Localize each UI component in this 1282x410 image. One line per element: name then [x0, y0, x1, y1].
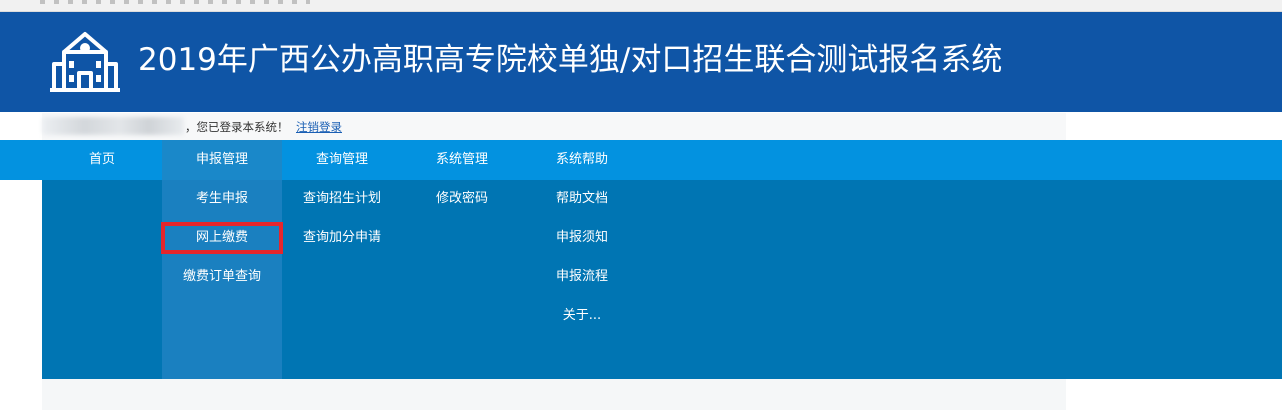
nav-item-home[interactable]: 首页: [42, 140, 162, 180]
redacted-username: [42, 117, 184, 135]
dropdown-column-system: 修改密码: [402, 180, 522, 379]
menu-item-query-bonus-application[interactable]: 查询加分申请: [282, 228, 402, 248]
login-status-text: ，您已登录本系统！: [185, 120, 289, 134]
main-nav: 首页 申报管理 查询管理 系统管理 系统帮助: [0, 140, 1282, 180]
menu-item-help-documents[interactable]: 帮助文档: [522, 189, 642, 209]
page-title: 2019年广西公办高职高专院校单独/对口招生联合测试报名系统: [138, 42, 1003, 78]
nav-item-system-help[interactable]: 系统帮助: [522, 140, 642, 180]
nav-item-query-management[interactable]: 查询管理: [282, 140, 402, 180]
site-header: 2019年广西公办高职高专院校单独/对口招生联合测试报名系统: [0, 12, 1282, 112]
dropdown-column-help: 帮助文档 申报须知 申报流程 关于...: [522, 180, 642, 379]
dropdown-column-query: 查询招生计划 查询加分申请: [282, 180, 402, 379]
nav-item-application-management[interactable]: 申报管理: [162, 140, 282, 180]
menu-item-query-enrollment-plan[interactable]: 查询招生计划: [282, 189, 402, 209]
menu-item-application-process[interactable]: 申报流程: [522, 267, 642, 287]
menu-item-online-payment[interactable]: 网上缴费: [161, 222, 283, 254]
logout-link[interactable]: 注销登录: [296, 119, 342, 135]
menu-item-payment-order-query[interactable]: 缴费订单查询: [162, 267, 282, 287]
menu-item-about[interactable]: 关于...: [522, 306, 642, 326]
mega-menu-dropdown: 考生申报 网上缴费 缴费订单查询 查询招生计划 查询加分申请 修改密码 帮助文档…: [42, 180, 1282, 379]
menu-item-change-password[interactable]: 修改密码: [402, 189, 522, 209]
user-status-bar: ，您已登录本系统！ 注销登录: [42, 113, 1066, 140]
browser-top-strip: [0, 0, 1282, 12]
menu-item-application-notice[interactable]: 申报须知: [522, 228, 642, 248]
school-building-icon: [50, 26, 120, 96]
page-content-area: [42, 379, 1066, 410]
blurred-top-text: [40, 0, 310, 4]
nav-item-system-management[interactable]: 系统管理: [402, 140, 522, 180]
menu-item-student-application[interactable]: 考生申报: [162, 189, 282, 209]
dropdown-column-application: 考生申报 网上缴费 缴费订单查询: [161, 180, 283, 379]
